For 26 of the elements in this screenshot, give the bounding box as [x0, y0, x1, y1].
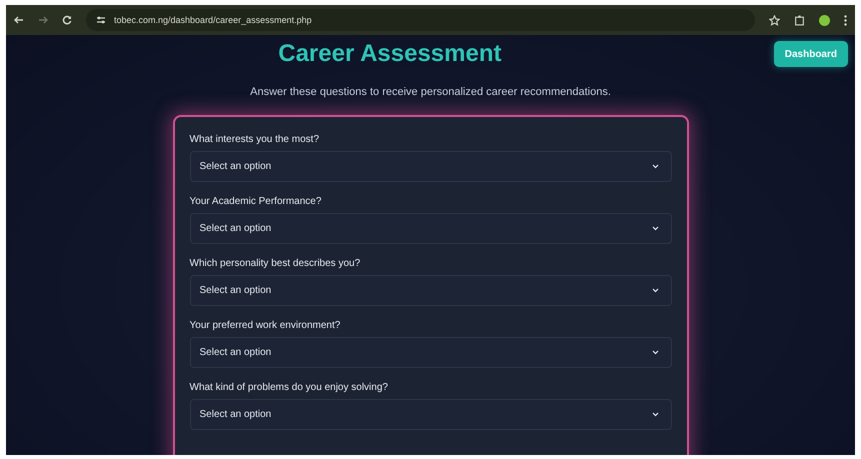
extensions-icon[interactable]	[794, 14, 805, 26]
select-dropdown[interactable]: Select an option	[190, 399, 672, 430]
question-label: Your preferred work environment?	[190, 320, 342, 331]
chevron-down-icon	[652, 288, 658, 293]
select-dropdown[interactable]: Select an option	[190, 151, 672, 182]
page-title: Career Assessment	[278, 40, 502, 68]
reload-icon[interactable]	[62, 15, 72, 25]
chevron-down-icon	[652, 412, 658, 417]
forward-icon[interactable]	[38, 15, 48, 25]
profile-avatar[interactable]	[819, 14, 830, 26]
subtitle-text: Answer these questions to receive personalized career recommendations.	[250, 86, 611, 98]
back-icon[interactable]	[14, 15, 24, 25]
menu-icon[interactable]	[844, 14, 847, 26]
chevron-down-icon	[652, 226, 658, 231]
question-label: What interests you the most?	[190, 134, 320, 145]
select-dropdown[interactable]: Select an option	[190, 213, 672, 244]
url-text[interactable]: tobec.com.ng/dashboard/career_assessment.php	[114, 15, 312, 25]
question-label: Your Academic Performance?	[190, 196, 322, 207]
question-label: What kind of problems do you enjoy solving?	[190, 382, 389, 393]
select-dropdown[interactable]: Select an option	[190, 337, 672, 368]
select-dropdown[interactable]: Select an option	[190, 275, 672, 306]
chevron-down-icon	[652, 164, 658, 169]
star-icon[interactable]	[769, 14, 780, 26]
chevron-down-icon	[652, 350, 658, 355]
site-info-icon[interactable]	[96, 15, 106, 25]
question-label: Which personality best describes you?	[190, 258, 362, 269]
